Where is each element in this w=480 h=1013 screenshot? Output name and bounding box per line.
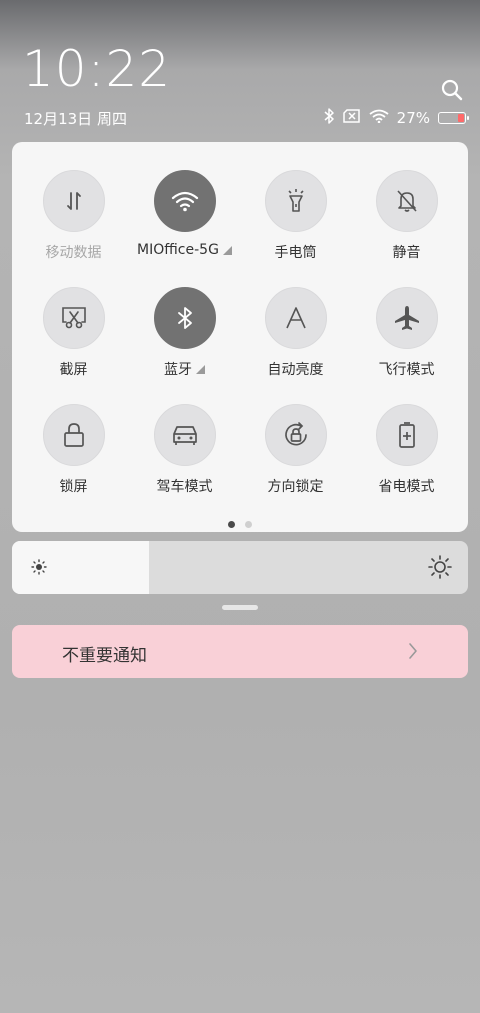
menu-triangle-icon [222, 245, 232, 255]
auto-brightness-icon [284, 306, 308, 330]
lock-icon [63, 422, 85, 448]
brightness-high-icon [428, 555, 452, 583]
brightness-slider[interactable] [12, 541, 468, 594]
tile-button[interactable] [264, 404, 327, 466]
tile-label-text: 自动亮度 [267, 362, 324, 378]
tile-label: 省电模式 [379, 476, 435, 496]
tile-rotation-lock[interactable]: 方向锁定 [240, 404, 351, 500]
drag-handle[interactable] [222, 605, 258, 610]
clock-time: 10:22 [22, 40, 172, 98]
wifi-icon [171, 190, 199, 212]
airplane-icon [394, 305, 420, 331]
tile-button[interactable] [375, 287, 438, 349]
tile-label: 驾车模式 [157, 476, 213, 496]
bluetooth-icon [177, 306, 193, 330]
tile-button[interactable] [375, 170, 438, 232]
screenshot-icon [61, 306, 87, 330]
tile-button[interactable] [42, 170, 105, 232]
tile-screenshot[interactable]: 截屏 [18, 287, 129, 383]
unimportant-notifications-card[interactable]: 不重要通知 [12, 625, 468, 678]
tile-button[interactable] [375, 404, 438, 466]
tile-label-text: 静音 [392, 245, 421, 261]
search-icon[interactable] [440, 78, 464, 102]
tile-bluetooth[interactable]: 蓝牙 [129, 287, 240, 383]
battery-saver-icon [397, 421, 417, 449]
rotation-lock-icon [282, 421, 310, 449]
battery-percent: 27% [396, 109, 430, 127]
date-label: 12月13日 周四 [24, 110, 127, 128]
tile-mobile-data[interactable]: 移动数据 [18, 170, 129, 266]
tile-label: 方向锁定 [268, 476, 324, 496]
quick-settings-grid: 移动数据 MIOffice-5G 手电筒 静音截屏 蓝牙 自动亮度 飞行模式锁屏 驾车模式 方向… [12, 170, 474, 500]
quick-settings-panel: 移动数据 MIOffice-5G 手电筒 静音截屏 蓝牙 自动亮度 飞行模式锁屏 驾车模式 方向… [12, 142, 468, 532]
tile-label-text: 蓝牙 [164, 362, 192, 378]
tile-flashlight[interactable]: 手电筒 [240, 170, 351, 266]
tile-auto-brightness[interactable]: 自动亮度 [240, 287, 351, 383]
tile-label: MIOffice-5G [137, 242, 232, 258]
tile-label: 飞行模式 [379, 359, 435, 379]
tile-label-text: 方向锁定 [267, 479, 324, 495]
tile-label-text: 锁屏 [59, 479, 88, 495]
tile-battery-saver[interactable]: 省电模式 [351, 404, 462, 500]
menu-triangle-icon [196, 364, 205, 374]
tile-label-text: 飞行模式 [378, 362, 435, 378]
tile-label-text: 移动数据 [45, 245, 102, 261]
no-sim-icon [342, 109, 361, 127]
brightness-low-icon [31, 559, 47, 579]
tile-label: 静音 [393, 242, 421, 262]
tile-label-text: 驾车模式 [156, 479, 213, 495]
tile-car[interactable]: 驾车模式 [129, 404, 240, 500]
bluetooth-icon [323, 108, 335, 128]
tile-button[interactable] [264, 170, 327, 232]
tile-button[interactable] [153, 404, 216, 466]
tile-label-text: 手电筒 [274, 245, 317, 261]
mute-bell-icon [395, 188, 419, 214]
tile-button[interactable] [264, 287, 327, 349]
tile-label-text: MIOffice-5G [137, 242, 219, 258]
wifi-icon [369, 109, 389, 127]
battery-icon [438, 112, 469, 124]
page-indicator [12, 521, 468, 528]
status-bar: 27% [323, 108, 469, 128]
notification-label: 不重要通知 [62, 646, 147, 666]
tile-label: 自动亮度 [268, 359, 324, 379]
car-icon [171, 424, 199, 446]
tile-label: 截屏 [60, 359, 88, 379]
page-dot [245, 521, 252, 528]
tile-label-text: 省电模式 [378, 479, 435, 495]
tile-label: 锁屏 [60, 476, 88, 496]
flashlight-icon [284, 188, 308, 214]
tile-label: 移动数据 [46, 242, 102, 262]
tile-label: 手电筒 [275, 242, 317, 262]
tile-airplane[interactable]: 飞行模式 [351, 287, 462, 383]
mobile-data-icon [62, 189, 86, 213]
tile-wifi[interactable]: MIOffice-5G [129, 170, 240, 266]
page-dot [228, 521, 235, 528]
chevron-right-icon [408, 642, 418, 664]
tile-button[interactable] [42, 404, 105, 466]
tile-lock[interactable]: 锁屏 [18, 404, 129, 500]
tile-label: 蓝牙 [164, 359, 205, 379]
tile-button[interactable] [153, 287, 216, 349]
tile-label-text: 截屏 [59, 362, 88, 378]
tile-mute-bell[interactable]: 静音 [351, 170, 462, 266]
tile-button[interactable] [42, 287, 105, 349]
tile-button[interactable] [153, 170, 216, 232]
